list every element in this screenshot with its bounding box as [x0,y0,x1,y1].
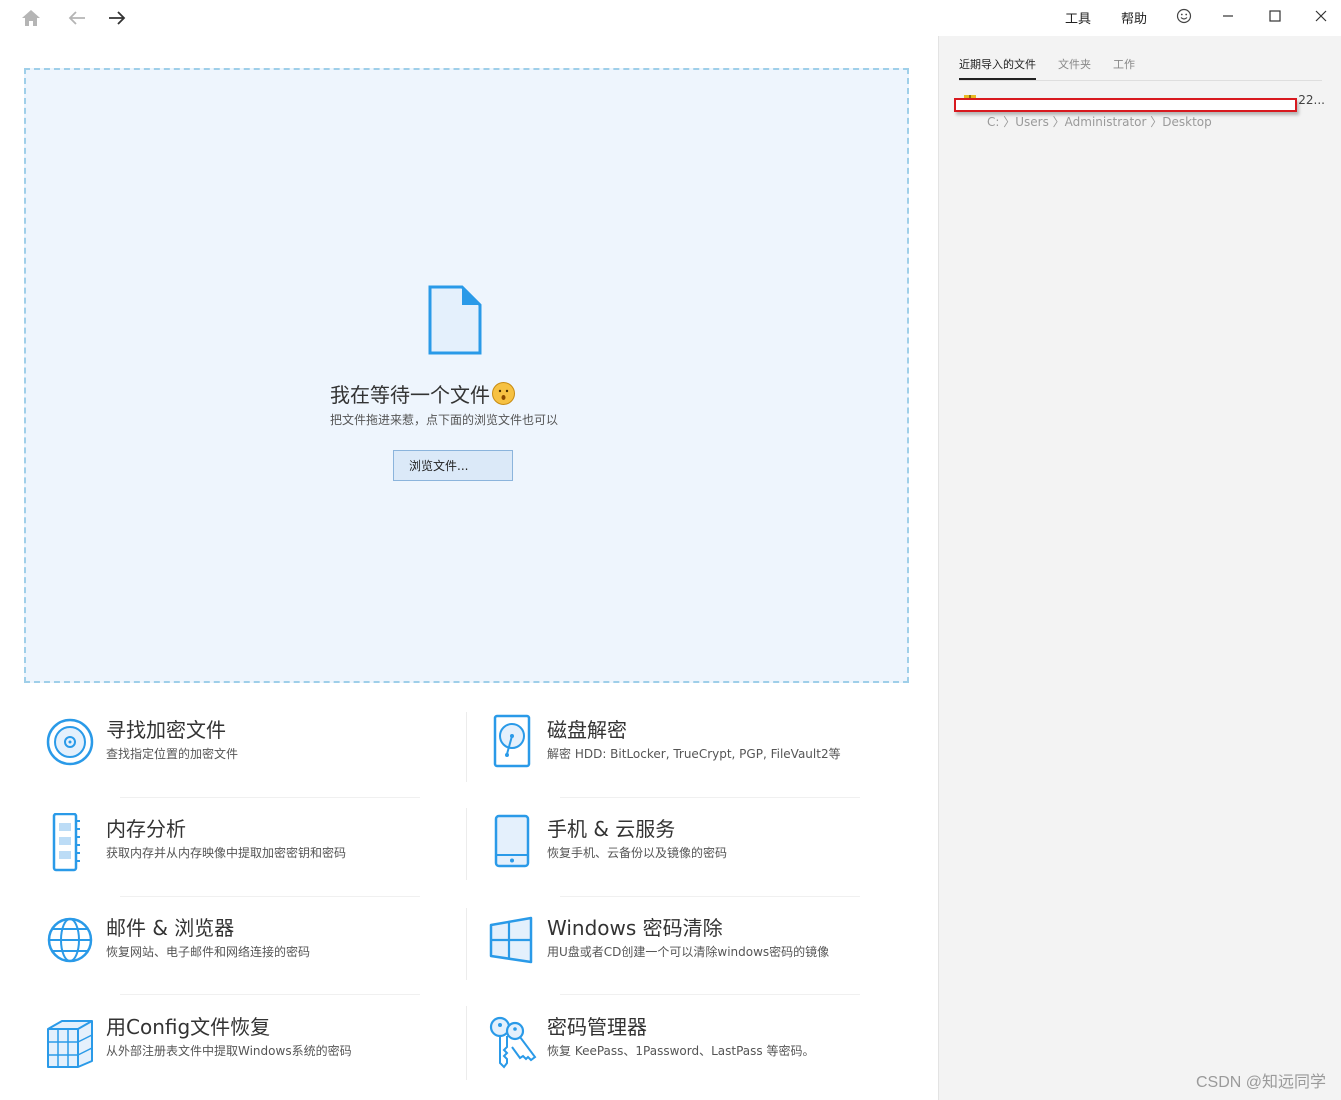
tab-jobs[interactable]: 工作 [1113,56,1135,80]
arrow-left-icon [68,11,85,25]
grid-divider-vertical [466,712,467,782]
grid-divider-vertical [466,808,467,880]
feature-memory-analysis[interactable]: 内存分析 获取内存并从内存映像中提取加密密钥和密码 [46,813,446,893]
minimize-button[interactable] [1215,4,1241,28]
feature-title: 寻找加密文件 [106,718,226,742]
minimize-icon [1223,15,1233,17]
grid-divider-horizontal [560,797,860,798]
menu-help[interactable]: 帮助 [1121,8,1147,27]
feature-description: 从外部注册表文件中提取Windows系统的密码 [106,1044,352,1058]
feature-windows-password-reset[interactable]: Windows 密码清除 用U盘或者CD创建一个可以清除windows密码的镜像 [487,912,887,992]
keys-icon [489,1016,537,1069]
feature-description: 恢复手机、云备份以及镜像的密码 [547,846,728,860]
feature-description: 用U盘或者CD创建一个可以清除windows密码的镜像 [547,945,830,959]
harddisk-icon [493,714,531,768]
feature-description: 恢复网站、电子邮件和网络连接的密码 [106,945,311,959]
browse-files-button[interactable]: 浏览文件... [393,450,513,481]
drop-zone-title-text: 我在等待一个文件 [330,383,490,407]
globe-icon [47,917,93,963]
feedback-button[interactable] [1171,4,1197,28]
disc-icon [46,718,94,766]
feature-description: 恢复 KeePass、1Password、LastPass 等密码。 [547,1044,815,1058]
maximize-button[interactable] [1262,4,1288,28]
feature-password-manager[interactable]: 密码管理器 恢复 KeePass、1Password、LastPass 等密码。 [487,1011,887,1091]
recent-files-sidebar: 近期导入的文件 文件夹 工作 ...22... C: 〉Users 〉Admin… [938,36,1341,1100]
document-icon [428,285,482,355]
feature-find-encrypted-files[interactable]: 寻找加密文件 查找指定位置的加密文件 [46,714,446,794]
tabs-underline [959,80,1322,81]
maximize-icon [1269,10,1281,22]
menu-tools[interactable]: 工具 [1065,8,1091,27]
feature-config-recovery[interactable]: 用Config文件恢复 从外部注册表文件中提取Windows系统的密码 [46,1011,446,1091]
feature-title: 内存分析 [106,817,186,841]
cubes-icon [47,1020,93,1068]
forward-button[interactable] [103,5,131,31]
back-button[interactable] [63,5,91,31]
memory-icon [52,813,80,872]
tab-folders[interactable]: 文件夹 [1058,56,1091,80]
feature-title: 手机 & 云服务 [547,817,676,841]
arrow-right-icon [109,11,126,25]
close-icon [1315,10,1327,22]
feature-title: 邮件 & 浏览器 [106,916,235,940]
feature-disk-decrypt[interactable]: 磁盘解密 解密 HDD: BitLocker, TrueCrypt, PGP, … [487,714,887,794]
feature-title: 用Config文件恢复 [106,1015,271,1039]
feature-title: 磁盘解密 [547,718,627,742]
feature-title: Windows 密码清除 [547,916,723,940]
grid-divider-horizontal [560,994,860,995]
grid-divider-horizontal [120,896,420,897]
grid-divider-horizontal [120,994,420,995]
watermark: CSDN @知远同学 [1195,1074,1326,1091]
home-icon [22,10,40,26]
close-button[interactable] [1308,4,1334,28]
redaction-box [954,98,1297,112]
smiley-icon [1176,8,1192,24]
windows-icon [489,916,533,964]
grid-divider-horizontal [120,797,420,798]
recent-file-path: C: 〉Users 〉Administrator 〉Desktop [987,115,1212,129]
feature-title: 密码管理器 [547,1015,647,1039]
home-button[interactable] [17,5,45,31]
drop-zone-subtitle: 把文件拖进来惹，点下面的浏览文件也可以 [330,413,559,427]
feature-mail-browser[interactable]: 邮件 & 浏览器 恢复网站、电子邮件和网络连接的密码 [46,912,446,992]
main-panel: 我在等待一个文件 把文件拖进来惹，点下面的浏览文件也可以 浏览文件... 寻找加… [0,36,938,1100]
title-bar: 工具 帮助 [0,0,1341,36]
feature-description: 查找指定位置的加密文件 [106,747,239,761]
feature-description: 解密 HDD: BitLocker, TrueCrypt, PGP, FileV… [547,747,841,761]
feature-description: 获取内存并从内存映像中提取加密密钥和密码 [106,846,347,860]
shushing-face-icon [492,382,515,405]
grid-divider-vertical [466,1006,467,1080]
grid-divider-horizontal [560,896,860,897]
tab-recent-files[interactable]: 近期导入的文件 [959,56,1036,80]
grid-divider-vertical [466,908,467,980]
sidebar-tabs: 近期导入的文件 文件夹 工作 [959,56,1135,80]
file-drop-zone[interactable]: 我在等待一个文件 把文件拖进来惹，点下面的浏览文件也可以 浏览文件... [24,68,909,683]
feature-phone-cloud[interactable]: 手机 & 云服务 恢复手机、云备份以及镜像的密码 [487,813,887,893]
drop-zone-title: 我在等待一个文件 [330,379,515,408]
phone-icon [494,814,530,868]
